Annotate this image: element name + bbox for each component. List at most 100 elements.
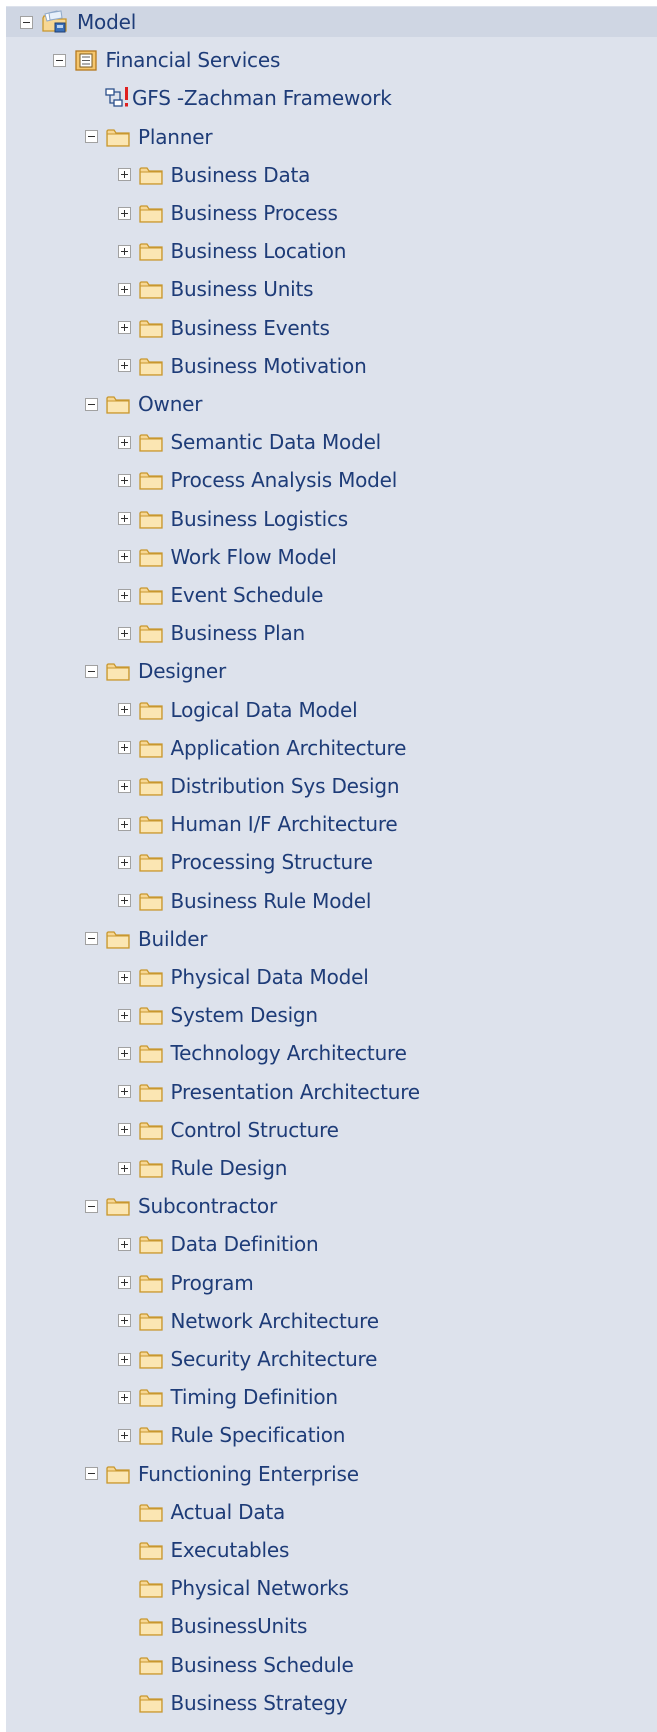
folder-icon [138,434,163,452]
tree-item-label: System Design [170,1003,319,1028]
tree-item-business-motivation[interactable]: Business Motivation [6,351,657,381]
expand-icon[interactable] [117,1046,131,1060]
collapse-icon[interactable] [85,1199,98,1213]
expand-icon[interactable] [117,970,131,984]
tree-item-business-schedule[interactable]: Business Schedule [6,1650,657,1680]
tree-item-rule-specification[interactable]: Rule Specification [6,1420,657,1450]
collapse-icon[interactable] [85,664,98,678]
expand-icon[interactable] [117,1428,131,1442]
expand-icon[interactable] [117,1008,131,1022]
expand-icon[interactable] [117,855,131,869]
tree-item-planner[interactable]: Planner [6,122,657,152]
tree-item-business-events[interactable]: Business Events [6,313,657,343]
folder-icon [106,128,130,147]
tree-item-business-logistics[interactable]: Business Logistics [6,504,657,534]
tree-item-businessunits[interactable]: BusinessUnits [6,1611,657,1641]
tree-item-processing-structure[interactable]: Processing Structure [6,847,657,877]
tree-item-label: Subcontractor [138,1194,277,1219]
tree-item-model[interactable]: Model [6,7,657,37]
expand-icon[interactable] [117,168,131,182]
tree-item-rule-design[interactable]: Rule Design [6,1153,657,1183]
tree-item-gfs-zachman-framework[interactable]: GFS -Zachman Framework [6,83,657,113]
collapse-icon[interactable] [85,397,98,411]
tree-item-owner[interactable]: Owner [6,389,657,419]
expand-icon[interactable] [117,779,131,793]
expand-icon[interactable] [117,1123,131,1137]
tree-item-logical-data-model[interactable]: Logical Data Model [6,695,657,725]
collapse-icon[interactable] [85,130,98,144]
tree-item-technology-architecture[interactable]: Technology Architecture [6,1038,657,1068]
expand-icon[interactable] [117,741,131,755]
collapse-icon[interactable] [20,15,33,29]
folder-icon [138,701,163,720]
tree-item-data-definition[interactable]: Data Definition [6,1229,657,1259]
tree-item-process-analysis-model[interactable]: Process Analysis Model [6,465,657,495]
expand-icon[interactable] [117,1161,131,1175]
expand-icon[interactable] [117,473,131,487]
tree-item-distribution-sys-design[interactable]: Distribution Sys Design [6,771,657,801]
tree-item-label: Distribution Sys Design [170,774,400,798]
tree-item-label: Business Data [170,162,311,187]
tree-item-network-architecture[interactable]: Network Architecture [6,1306,657,1336]
expand-icon[interactable] [117,1314,131,1328]
tree-item-business-process[interactable]: Business Process [6,198,657,228]
tree-item-business-units[interactable]: Business Units [6,274,657,304]
tree-item-business-strategy[interactable]: Business Strategy [6,1688,657,1718]
tree-item-semantic-data-model[interactable]: Semantic Data Model [6,427,657,457]
tree-item-label: Business Events [170,315,330,340]
expand-icon[interactable] [117,550,131,564]
folder-icon [138,243,163,261]
expand-icon[interactable] [117,282,131,296]
tree-item-business-location[interactable]: Business Location [6,236,657,266]
tree-item-security-architecture[interactable]: Security Architecture [6,1344,657,1374]
tree-item-label: Work Flow Model [170,544,337,569]
tree-item-subcontractor[interactable]: Subcontractor [6,1191,657,1221]
tree-item-physical-networks[interactable]: Physical Networks [6,1573,657,1603]
expand-icon[interactable] [117,1237,131,1251]
tree-item-work-flow-model[interactable]: Work Flow Model [6,542,657,572]
tree-item-financial-services[interactable]: Financial Services [6,45,657,75]
tree-item-label: Business Location [170,239,347,264]
expand-icon[interactable] [117,1390,131,1404]
folder-icon [138,1618,163,1637]
project-browser-tree[interactable]: Model Financial Services GFS -Zachman Fram… [6,6,657,1732]
expand-icon[interactable] [117,817,131,831]
tree-item-executables[interactable]: Executables [6,1535,657,1565]
tree-item-business-plan[interactable]: Business Plan [6,618,657,648]
tree-item-event-schedule[interactable]: Event Schedule [6,580,657,610]
tree-item-label: Business Rule Model [170,888,372,913]
tree-item-system-design[interactable]: System Design [6,1000,657,1030]
tree-item-timing-definition[interactable]: Timing Definition [6,1382,657,1412]
expand-icon[interactable] [117,588,131,602]
tree-item-functioning-enterprise[interactable]: Functioning Enterprise [6,1459,657,1489]
collapse-icon[interactable] [85,932,98,946]
tree-item-business-data[interactable]: Business Data [6,160,657,190]
expand-icon[interactable] [117,1276,131,1290]
collapse-icon[interactable] [85,1467,98,1481]
tree-item-human-if-architecture[interactable]: Human I/F Architecture [6,809,657,839]
tree-item-label: Business Schedule [170,1652,354,1677]
expand-icon[interactable] [117,1085,131,1099]
expand-icon[interactable] [117,206,131,220]
tree-item-label: Planner [138,124,213,149]
collapse-icon[interactable] [52,53,66,67]
expand-icon[interactable] [117,321,131,335]
expand-icon[interactable] [117,1352,131,1366]
tree-item-business-rule-model[interactable]: Business Rule Model [6,886,657,916]
tree-item-designer[interactable]: Designer [6,656,657,686]
tree-item-actual-data[interactable]: Actual Data [6,1497,657,1527]
model-root-icon [42,10,67,33]
expand-icon[interactable] [117,512,131,526]
expand-icon[interactable] [117,894,131,908]
expand-icon[interactable] [117,244,131,258]
tree-item-application-architecture[interactable]: Application Architecture [6,733,657,763]
expand-icon[interactable] [117,359,131,373]
tree-item-program[interactable]: Program [6,1268,657,1298]
tree-item-presentation-architecture[interactable]: Presentation Architecture [6,1077,657,1107]
expand-icon[interactable] [117,703,131,717]
expand-icon[interactable] [117,626,131,640]
tree-item-control-structure[interactable]: Control Structure [6,1115,657,1145]
tree-item-builder[interactable]: Builder [6,924,657,954]
expand-icon[interactable] [117,435,131,449]
tree-item-physical-data-model[interactable]: Physical Data Model [6,962,657,992]
